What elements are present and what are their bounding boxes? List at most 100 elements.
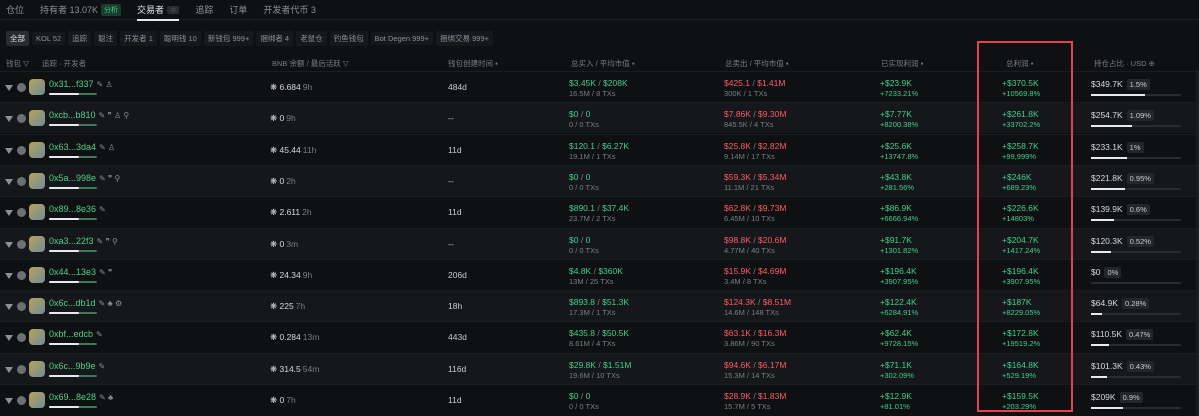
bnb-balance: ❋ 0 7h — [270, 395, 296, 406]
wallet-address[interactable]: 0x69...8e28 — [49, 392, 96, 402]
filter-icon[interactable] — [5, 335, 13, 342]
header-balance[interactable]: BNB 余额 / 最后活跃 ▽ — [272, 58, 349, 69]
wallet-age: 11d — [448, 395, 462, 405]
total-profit: +$261.8K — [1002, 109, 1039, 120]
wallet-address[interactable]: 0xa3...22f3 — [49, 236, 94, 246]
filter-chip[interactable]: Bot Degen 999+ — [370, 31, 434, 45]
wallet-tags-icon[interactable]: ✎ ❞ ♙ ⚲ — [99, 111, 130, 120]
filter-icon[interactable] — [5, 210, 13, 217]
holding-usd: $101.3K — [1091, 360, 1123, 371]
holding-usd: $110.5K — [1091, 329, 1123, 340]
table-row[interactable]: 0xbf...edcb ✎ ❋ 0.284 13m 443d $435.8 / $50.5… — [0, 321, 1199, 352]
tab-1[interactable]: 持有者 13.07K 分析 — [40, 0, 122, 20]
table-row[interactable]: 0x5a...998e ✎ ❞ ⚲ ❋ 0 2h -- $0 / 00 / 0 TXs $5… — [0, 164, 1199, 196]
table-row[interactable]: 0xcb...b810 ✎ ❞ ♙ ⚲ ❋ 0 9h -- $0 / 00 / 0 TXs… — [0, 102, 1199, 134]
wallet-tags-icon[interactable]: ✎ — [96, 330, 103, 339]
filter-chip[interactable]: 老鼠仓 — [296, 30, 327, 46]
bought-mc: 0 — [585, 109, 591, 120]
wallet-address[interactable]: 0x5a...998e — [49, 173, 96, 183]
tab-0[interactable]: 仓位 — [6, 0, 24, 20]
table-row[interactable]: 0x31...f337 ✎ ♙ ❋ 6.684 9h 484d $3.45K / $208… — [0, 71, 1199, 102]
table-row[interactable]: 0x6c...9b9e ✎ ❋ 314.5 54m 116d $29.8K / $1.51… — [0, 352, 1199, 384]
table-row[interactable]: 0x63...3da4 ✎ ♙ ❋ 45.44 11h 11d $120.1 / $6.2… — [0, 133, 1199, 165]
header-sold[interactable]: 总卖出 / 平均市值 ▪ — [725, 58, 789, 69]
wallet-tags-icon[interactable]: ✎ ♣ — [99, 393, 113, 402]
filter-chip[interactable]: 新钱包 999+ — [203, 30, 254, 46]
filter-chip[interactable]: 追踪 — [68, 30, 92, 46]
wallet-tags-icon[interactable]: ✎ ❞ ⚲ — [99, 174, 120, 183]
filter-icon[interactable] — [5, 241, 13, 248]
table-row[interactable]: 0x44...13e3 ✎ ❞ ❋ 24.34 9h 206d $4.8K / $360K… — [0, 258, 1199, 290]
bought-mc: 0 — [585, 234, 591, 245]
wallet-address[interactable]: 0xcb...b810 — [49, 110, 96, 120]
wallet-icon — [17, 270, 26, 280]
tab-3[interactable]: 追踪 — [195, 0, 213, 20]
wallet-age: 443d — [448, 332, 467, 343]
wallet-address[interactable]: 0x44...13e3 — [49, 267, 96, 277]
holding-value: $209K 0.9% — [1091, 392, 1143, 403]
wallet-label: 0x69...8e28 ✎ ♣ — [49, 392, 113, 402]
filter-chip[interactable]: 捆绑者 4 — [256, 30, 294, 46]
wallet-tags-icon[interactable]: ✎ ❞ — [99, 268, 112, 277]
bought-sub: 19.6M / 10 TXs — [569, 370, 620, 380]
holding-bar — [1091, 281, 1181, 284]
wallet-address[interactable]: 0x6c...9b9e — [49, 361, 96, 371]
filter-chip[interactable]: 开发者 1 — [120, 30, 157, 46]
filter-chip[interactable]: 全部 — [6, 30, 29, 46]
wallet-tags-icon[interactable]: ✎ ♙ — [97, 80, 113, 89]
table-row[interactable]: 0x6c...db1d ✎ ♣ ⚙ ❋ 225 7h 18h $893.8 / $51.3… — [0, 290, 1199, 322]
wallet-tags-icon[interactable]: ✎ — [99, 205, 106, 214]
avatar — [29, 204, 45, 221]
sold-mc: $9.30M — [758, 109, 787, 120]
filter-icon[interactable] — [5, 304, 13, 311]
wallet-address[interactable]: 0xbf...edcb — [49, 329, 93, 339]
holding-usd: $139.9K — [1091, 204, 1123, 215]
wallet-icon — [17, 145, 26, 155]
tab-4[interactable]: 订单 — [229, 0, 247, 20]
wallet-tags-icon[interactable]: ✎ ♙ — [99, 143, 115, 152]
filter-icon[interactable] — [5, 178, 13, 185]
filter-icon[interactable] — [5, 398, 13, 404]
filter-chip[interactable]: 捆绑交易 999+ — [436, 30, 494, 46]
table-row[interactable]: 0xa3...22f3 ✎ ❞ ⚲ ❋ 0 3m -- $0 / 00 / 0 TXs $9… — [0, 227, 1199, 259]
total-profit: +$258.7K — [1002, 140, 1039, 151]
filter-chip[interactable]: 聪注 — [94, 30, 118, 46]
filter-chip[interactable]: KOL 52 — [32, 31, 66, 45]
wallet-address[interactable]: 0x89...8e36 — [49, 204, 96, 214]
sold-amount: $63.1K — [724, 328, 751, 339]
address-progress — [49, 343, 97, 346]
table-row[interactable]: 0x69...8e28 ✎ ♣ ❋ 0 7h 11d $0 / 00 / 0 TXs $28… — [0, 384, 1199, 415]
filter-icon[interactable] — [5, 272, 13, 279]
total-profit-pct: +203.29% — [1002, 402, 1036, 411]
wallet-tags-icon[interactable]: ✎ — [99, 362, 106, 371]
filter-icon[interactable] — [5, 116, 13, 123]
header-realized[interactable]: 已实现利润 ▪ — [881, 58, 923, 69]
wallet-address[interactable]: 0x63...3da4 — [49, 142, 96, 152]
table-row[interactable]: 0x89...8e36 ✎ ❋ 2.611 2h 11d $890.1 / $37.4K 2… — [0, 196, 1199, 227]
header-wallet[interactable]: 钱包 ▽ — [6, 58, 29, 69]
filter-chip[interactable]: 钓鱼钱包 — [329, 30, 368, 46]
tab-5[interactable]: 开发者代币 3 — [263, 0, 316, 20]
filter-icon[interactable] — [5, 147, 13, 154]
address-progress — [49, 312, 97, 315]
sold-sub: 15.7M / 5 TXs — [724, 402, 771, 411]
header-holding[interactable]: 持仓占比 · USD ⊕ — [1094, 58, 1155, 69]
wallet-tags-icon[interactable]: ✎ ♣ ⚙ — [99, 299, 123, 308]
filter-icon[interactable] — [5, 85, 13, 91]
header-created[interactable]: 钱包创建时间 ▪ — [448, 58, 498, 69]
filter-icon[interactable] — [5, 366, 13, 373]
wallet-address[interactable]: 0x6c...db1d — [49, 298, 96, 308]
bnb-balance: ❋ 225 7h — [270, 301, 305, 312]
header-bought[interactable]: 总买入 / 平均市值 ▪ — [571, 58, 635, 69]
sep: / — [750, 140, 759, 151]
header-total-profit[interactable]: 总利润 ▪ — [1006, 58, 1033, 69]
wallet-address[interactable]: 0x31...f337 — [49, 79, 94, 89]
bought-sub: 0 / 0 TXs — [569, 182, 599, 192]
filter-chip[interactable]: 聪明钱 10 — [159, 30, 201, 46]
address-progress — [49, 186, 97, 189]
holding-pct: 0.43% — [1126, 360, 1154, 372]
tab-badge: ☆ — [167, 5, 180, 14]
wallet-tags-icon[interactable]: ✎ ❞ ⚲ — [97, 237, 118, 246]
tab-2[interactable]: 交易者 ☆ — [137, 0, 180, 21]
sep: / — [750, 171, 759, 182]
